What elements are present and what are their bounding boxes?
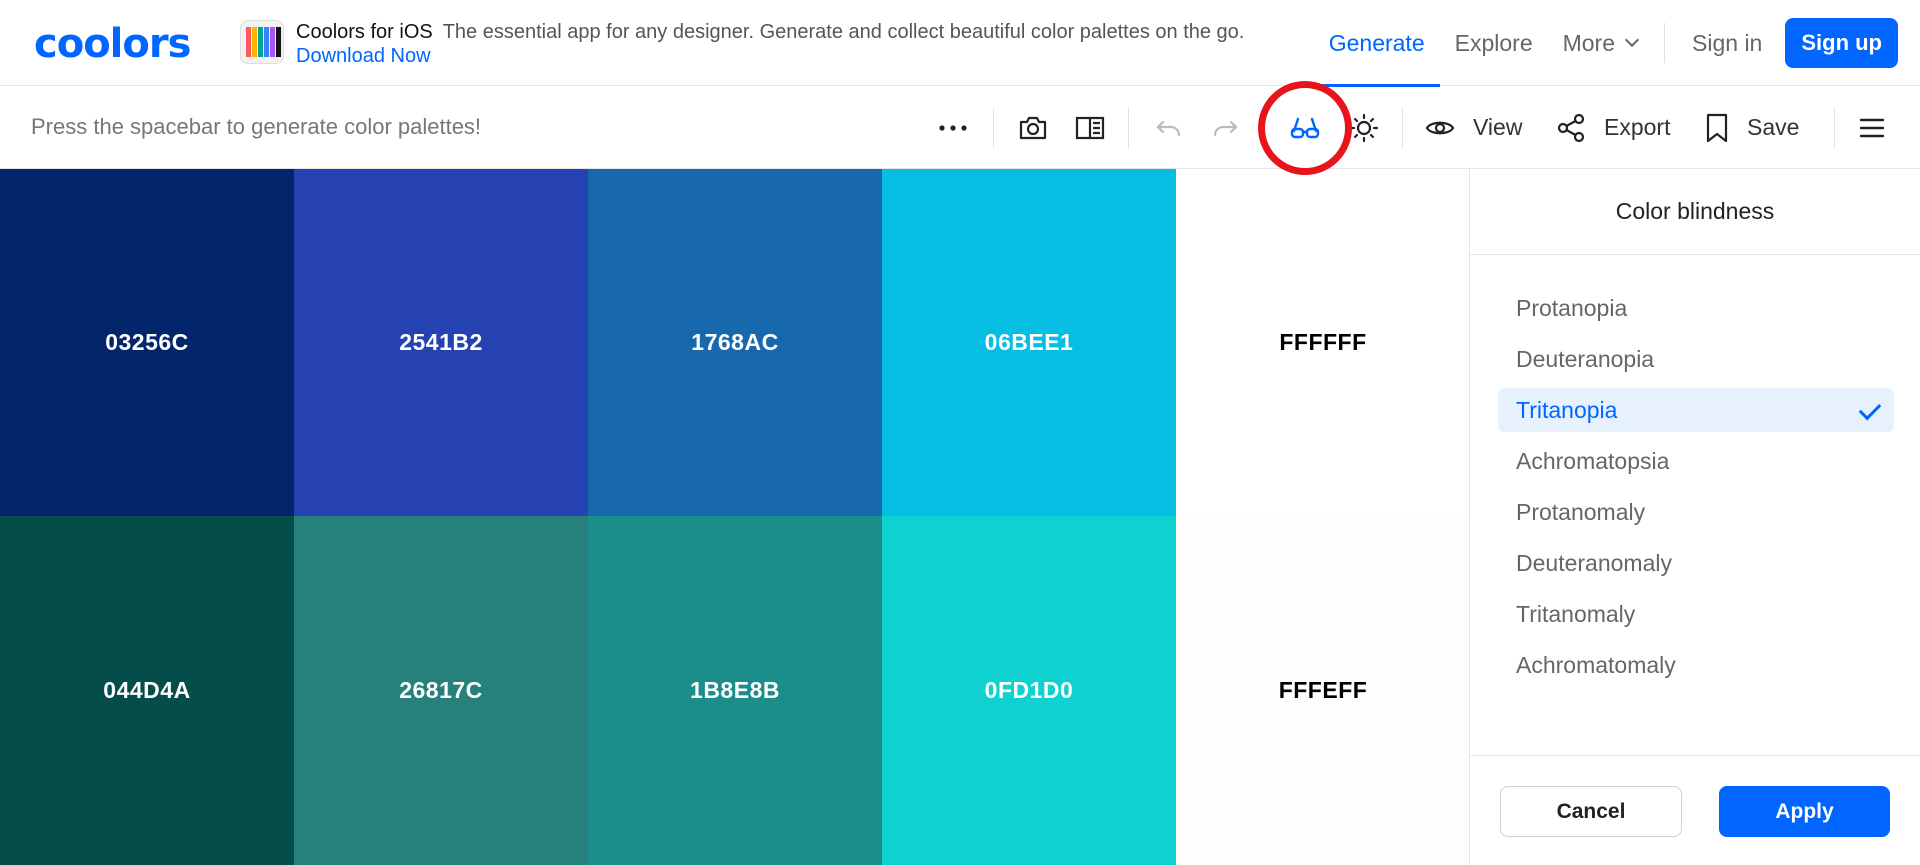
- promo-title: Coolors for iOS: [296, 21, 433, 43]
- save-button[interactable]: Save: [1705, 86, 1815, 169]
- promo-description: The essential app for any designer. Gene…: [442, 21, 1245, 43]
- swatch-simulated-4[interactable]: 0FD1D0: [882, 516, 1176, 865]
- nav-more-label: More: [1562, 29, 1616, 56]
- swatch-original-3[interactable]: 1768AC: [588, 169, 882, 516]
- undo-icon[interactable]: [1148, 86, 1190, 169]
- swatch-original-5[interactable]: FFFFFF: [1176, 169, 1470, 516]
- save-label: Save: [1747, 114, 1800, 140]
- toolbar-divider: [1128, 108, 1129, 148]
- check-icon: [1858, 397, 1882, 421]
- nav-divider: [1664, 23, 1666, 63]
- swatch-simulated-3[interactable]: 1B8E8B: [588, 516, 882, 865]
- swatch-hex[interactable]: 044D4A: [103, 677, 190, 704]
- redo-icon[interactable]: [1204, 86, 1246, 169]
- ios-promo-banner: Coolors for iOS The essential app for any…: [240, 20, 1270, 68]
- palette-area: 03256C 2541B2 1768AC 06BEE1 FFFFFF 044D4…: [0, 169, 1470, 865]
- option-protanopia[interactable]: Protanopia: [1498, 286, 1894, 330]
- toolbar-divider: [993, 108, 994, 148]
- swatch-hex[interactable]: 03256C: [105, 329, 189, 356]
- sign-in-link[interactable]: Sign in: [1692, 0, 1762, 86]
- color-blindness-panel: Color blindness Protanopia Deuteranopia …: [1469, 169, 1920, 865]
- menu-icon[interactable]: [1852, 86, 1892, 169]
- toolbar-divider: [1834, 108, 1835, 148]
- swatch-simulated-5[interactable]: FFFEFF: [1176, 516, 1470, 865]
- option-tritanopia[interactable]: Tritanopia: [1498, 388, 1894, 432]
- ios-app-icon: [240, 20, 284, 64]
- option-label: Tritanopia: [1516, 396, 1618, 423]
- panel-title: Color blindness: [1470, 169, 1920, 255]
- nav-generate[interactable]: Generate: [1313, 0, 1440, 87]
- swatch-hex[interactable]: FFFFFF: [1279, 329, 1366, 356]
- option-achromatomaly[interactable]: Achromatomaly: [1498, 643, 1894, 687]
- promo-text: Coolors for iOS The essential app for any…: [296, 20, 1270, 68]
- swatch-hex[interactable]: 1B8E8B: [690, 677, 780, 704]
- bookmark-icon: [1706, 113, 1728, 142]
- toolbar: Press the spacebar to generate color pal…: [0, 86, 1920, 169]
- swatch-hex[interactable]: 0FD1D0: [985, 677, 1074, 704]
- share-icon: [1557, 113, 1585, 142]
- swatch-hex[interactable]: 1768AC: [691, 329, 778, 356]
- brightness-icon[interactable]: [1342, 86, 1386, 169]
- swatch-original-1[interactable]: 03256C: [0, 169, 294, 516]
- apply-button[interactable]: Apply: [1719, 786, 1890, 837]
- compare-icon[interactable]: [1068, 86, 1112, 169]
- export-button[interactable]: Export: [1556, 86, 1681, 169]
- eye-icon: [1425, 121, 1455, 134]
- swatch-simulated-2[interactable]: 26817C: [294, 516, 588, 865]
- nav-more[interactable]: More: [1562, 0, 1640, 86]
- color-blindness-glasses-icon[interactable]: [1283, 86, 1327, 169]
- swatch-hex[interactable]: 26817C: [399, 677, 483, 704]
- toolbar-divider: [1402, 108, 1403, 148]
- option-deuteranomaly[interactable]: Deuteranomaly: [1498, 541, 1894, 585]
- swatch-original-4[interactable]: 06BEE1: [882, 169, 1176, 516]
- swatch-hex[interactable]: FFFEFF: [1279, 677, 1368, 704]
- nav-links: Generate Explore More Sign in Sign up: [1313, 0, 1920, 87]
- spacebar-hint: Press the spacebar to generate color pal…: [31, 114, 482, 139]
- swatch-simulated-1[interactable]: 044D4A: [0, 516, 294, 865]
- coolors-logo[interactable]: coolors: [34, 24, 191, 64]
- option-achromatopsia[interactable]: Achromatopsia: [1498, 439, 1894, 483]
- top-navbar: coolors Coolors for iOS The essential app…: [0, 0, 1920, 87]
- view-label: View: [1473, 114, 1523, 140]
- panel-footer: Cancel Apply: [1470, 755, 1920, 865]
- option-protanomaly[interactable]: Protanomaly: [1498, 490, 1894, 534]
- cancel-button[interactable]: Cancel: [1500, 786, 1682, 837]
- nav-explore[interactable]: Explore: [1455, 0, 1533, 86]
- chevron-down-icon: [1624, 32, 1640, 48]
- option-deuteranopia[interactable]: Deuteranopia: [1498, 337, 1894, 381]
- swatch-hex[interactable]: 06BEE1: [985, 329, 1074, 356]
- swatch-hex[interactable]: 2541B2: [399, 329, 483, 356]
- more-dots-icon[interactable]: [930, 86, 976, 169]
- option-tritanomaly[interactable]: Tritanomaly: [1498, 592, 1894, 636]
- download-now-link[interactable]: Download Now: [296, 45, 431, 67]
- export-label: Export: [1604, 114, 1671, 140]
- camera-icon[interactable]: [1012, 86, 1054, 169]
- swatch-original-2[interactable]: 2541B2: [294, 169, 588, 516]
- view-button[interactable]: View: [1425, 86, 1537, 169]
- sign-up-button[interactable]: Sign up: [1785, 18, 1898, 68]
